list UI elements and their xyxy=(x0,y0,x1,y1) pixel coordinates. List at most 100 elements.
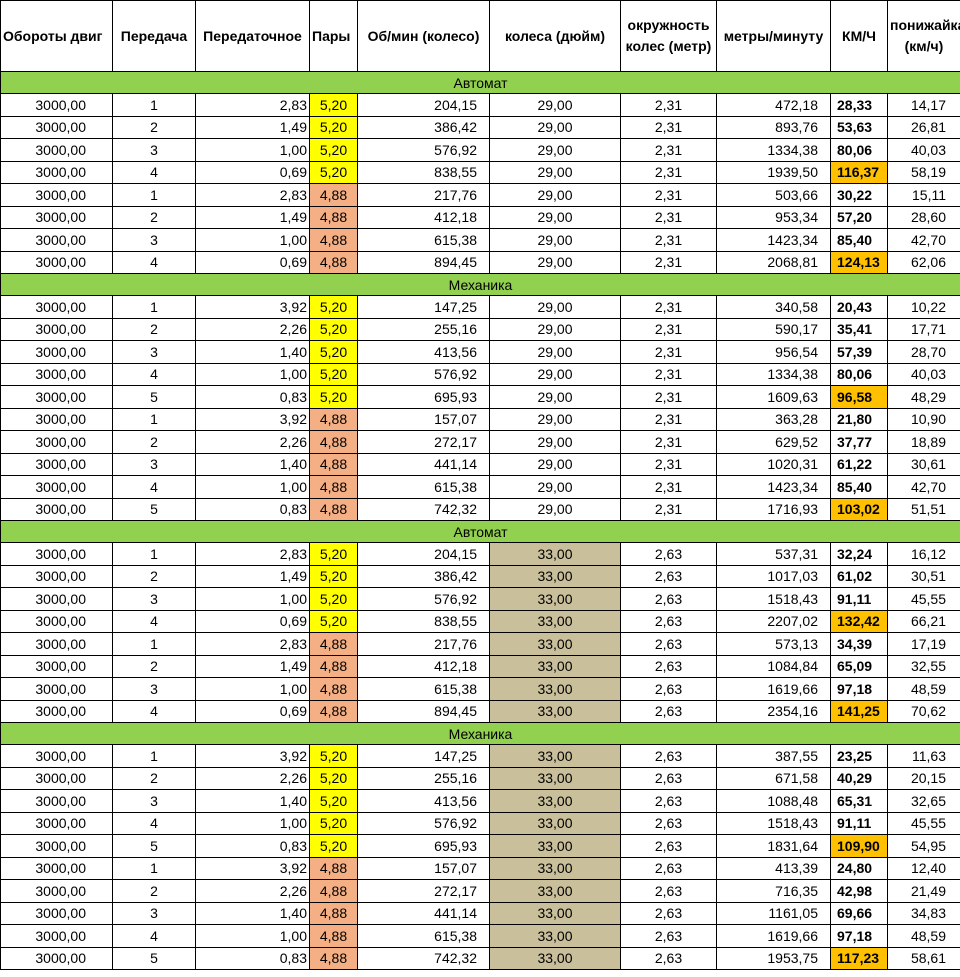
cell-wheel-size[interactable]: 33,00 xyxy=(489,542,621,566)
cell-kmh[interactable]: 42,98 xyxy=(830,879,888,903)
cell-wheel-size[interactable]: 29,00 xyxy=(489,317,621,341)
cell-meters-per-minute[interactable]: 2354,16 xyxy=(716,699,831,723)
cell-kmh[interactable]: 85,40 xyxy=(830,475,888,499)
cell-kmh[interactable]: 91,11 xyxy=(830,811,888,835)
cell-circumference[interactable]: 2,63 xyxy=(620,587,717,611)
cell-gear[interactable]: 4 xyxy=(112,475,196,499)
cell-low-range[interactable]: 40,03 xyxy=(887,138,960,162)
col-header-gear-ratio[interactable]: Передаточное xyxy=(195,0,310,72)
cell-gear[interactable]: 1 xyxy=(112,542,196,566)
cell-engine-rpm[interactable]: 3000,00 xyxy=(0,430,113,454)
cell-meters-per-minute[interactable]: 503,66 xyxy=(716,183,831,207)
cell-gear[interactable]: 1 xyxy=(112,632,196,656)
cell-engine-rpm[interactable]: 3000,00 xyxy=(0,385,113,409)
cell-circumference[interactable]: 2,63 xyxy=(620,677,717,701)
cell-kmh[interactable]: 35,41 xyxy=(830,317,888,341)
cell-final-drive[interactable]: 5,20 xyxy=(309,564,358,588)
cell-circumference[interactable]: 2,63 xyxy=(620,609,717,633)
cell-wheel-rpm[interactable]: 255,16 xyxy=(357,317,490,341)
cell-gear[interactable]: 1 xyxy=(112,407,196,431)
cell-gear-ratio[interactable]: 1,40 xyxy=(195,340,310,364)
cell-wheel-size[interactable]: 29,00 xyxy=(489,295,621,319)
cell-meters-per-minute[interactable]: 1619,66 xyxy=(716,677,831,701)
cell-final-drive[interactable]: 5,20 xyxy=(309,115,358,139)
cell-final-drive[interactable]: 5,20 xyxy=(309,385,358,409)
cell-kmh[interactable]: 97,18 xyxy=(830,924,888,948)
cell-low-range[interactable]: 40,03 xyxy=(887,362,960,386)
cell-gear[interactable]: 2 xyxy=(112,205,196,229)
cell-gear[interactable]: 2 xyxy=(112,430,196,454)
col-header-final-drive[interactable]: Пары xyxy=(309,0,358,72)
cell-low-range[interactable]: 14,17 xyxy=(887,93,960,117)
cell-low-range[interactable]: 28,60 xyxy=(887,205,960,229)
cell-gear-ratio[interactable]: 1,00 xyxy=(195,362,310,386)
cell-circumference[interactable]: 2,63 xyxy=(620,699,717,723)
cell-gear-ratio[interactable]: 0,83 xyxy=(195,946,310,970)
cell-wheel-rpm[interactable]: 386,42 xyxy=(357,115,490,139)
cell-meters-per-minute[interactable]: 893,76 xyxy=(716,115,831,139)
cell-circumference[interactable]: 2,31 xyxy=(620,93,717,117)
cell-wheel-size[interactable]: 29,00 xyxy=(489,407,621,431)
cell-circumference[interactable]: 2,31 xyxy=(620,452,717,476)
cell-wheel-rpm[interactable]: 413,56 xyxy=(357,340,490,364)
cell-engine-rpm[interactable]: 3000,00 xyxy=(0,138,113,162)
cell-wheel-size[interactable]: 33,00 xyxy=(489,879,621,903)
cell-kmh[interactable]: 65,09 xyxy=(830,654,888,678)
cell-gear-ratio[interactable]: 1,00 xyxy=(195,677,310,701)
cell-gear[interactable]: 3 xyxy=(112,587,196,611)
cell-wheel-rpm[interactable]: 615,38 xyxy=(357,677,490,701)
cell-kmh[interactable]: 28,33 xyxy=(830,93,888,117)
cell-engine-rpm[interactable]: 3000,00 xyxy=(0,160,113,184)
cell-meters-per-minute[interactable]: 671,58 xyxy=(716,766,831,790)
cell-gear[interactable]: 3 xyxy=(112,901,196,925)
cell-wheel-size[interactable]: 29,00 xyxy=(489,340,621,364)
cell-wheel-rpm[interactable]: 147,25 xyxy=(357,744,490,768)
cell-circumference[interactable]: 2,31 xyxy=(620,115,717,139)
cell-engine-rpm[interactable]: 3000,00 xyxy=(0,295,113,319)
cell-kmh[interactable]: 91,11 xyxy=(830,587,888,611)
cell-wheel-size[interactable]: 33,00 xyxy=(489,632,621,656)
cell-gear-ratio[interactable]: 1,00 xyxy=(195,228,310,252)
cell-final-drive[interactable]: 4,88 xyxy=(309,654,358,678)
col-header-wheel-size[interactable]: колеса (дюйм) xyxy=(489,0,621,72)
cell-kmh[interactable]: 80,06 xyxy=(830,138,888,162)
cell-wheel-size[interactable]: 33,00 xyxy=(489,901,621,925)
cell-gear-ratio[interactable]: 2,83 xyxy=(195,93,310,117)
cell-kmh[interactable]: 40,29 xyxy=(830,766,888,790)
cell-gear-ratio[interactable]: 1,49 xyxy=(195,564,310,588)
col-header-circumference[interactable]: окружность колес (метр) xyxy=(620,0,717,72)
cell-wheel-size[interactable]: 33,00 xyxy=(489,564,621,588)
cell-low-range[interactable]: 30,61 xyxy=(887,452,960,476)
cell-engine-rpm[interactable]: 3000,00 xyxy=(0,407,113,431)
cell-final-drive[interactable]: 4,88 xyxy=(309,924,358,948)
cell-wheel-rpm[interactable]: 157,07 xyxy=(357,407,490,431)
cell-circumference[interactable]: 2,31 xyxy=(620,385,717,409)
col-header-wheel-rpm[interactable]: Об/мин (колесо) xyxy=(357,0,490,72)
cell-kmh[interactable]: 65,31 xyxy=(830,789,888,813)
cell-gear-ratio[interactable]: 1,00 xyxy=(195,138,310,162)
cell-gear[interactable]: 5 xyxy=(112,385,196,409)
cell-meters-per-minute[interactable]: 363,28 xyxy=(716,407,831,431)
cell-wheel-rpm[interactable]: 413,56 xyxy=(357,789,490,813)
cell-low-range[interactable]: 48,29 xyxy=(887,385,960,409)
cell-meters-per-minute[interactable]: 2068,81 xyxy=(716,250,831,274)
cell-gear[interactable]: 1 xyxy=(112,856,196,880)
cell-wheel-size[interactable]: 33,00 xyxy=(489,699,621,723)
cell-gear-ratio[interactable]: 2,26 xyxy=(195,317,310,341)
cell-gear-ratio[interactable]: 0,69 xyxy=(195,609,310,633)
cell-engine-rpm[interactable]: 3000,00 xyxy=(0,811,113,835)
col-header-engine-rpm[interactable]: Обороты двиг xyxy=(0,0,113,72)
cell-gear[interactable]: 2 xyxy=(112,766,196,790)
cell-gear[interactable]: 3 xyxy=(112,340,196,364)
cell-circumference[interactable]: 2,31 xyxy=(620,407,717,431)
cell-kmh[interactable]: 117,23 xyxy=(830,946,888,970)
cell-wheel-rpm[interactable]: 386,42 xyxy=(357,564,490,588)
cell-gear-ratio[interactable]: 0,69 xyxy=(195,160,310,184)
cell-gear[interactable]: 4 xyxy=(112,160,196,184)
cell-circumference[interactable]: 2,63 xyxy=(620,856,717,880)
cell-final-drive[interactable]: 5,20 xyxy=(309,834,358,858)
cell-meters-per-minute[interactable]: 1017,03 xyxy=(716,564,831,588)
cell-engine-rpm[interactable]: 3000,00 xyxy=(0,766,113,790)
cell-wheel-rpm[interactable]: 576,92 xyxy=(357,811,490,835)
cell-wheel-rpm[interactable]: 615,38 xyxy=(357,475,490,499)
